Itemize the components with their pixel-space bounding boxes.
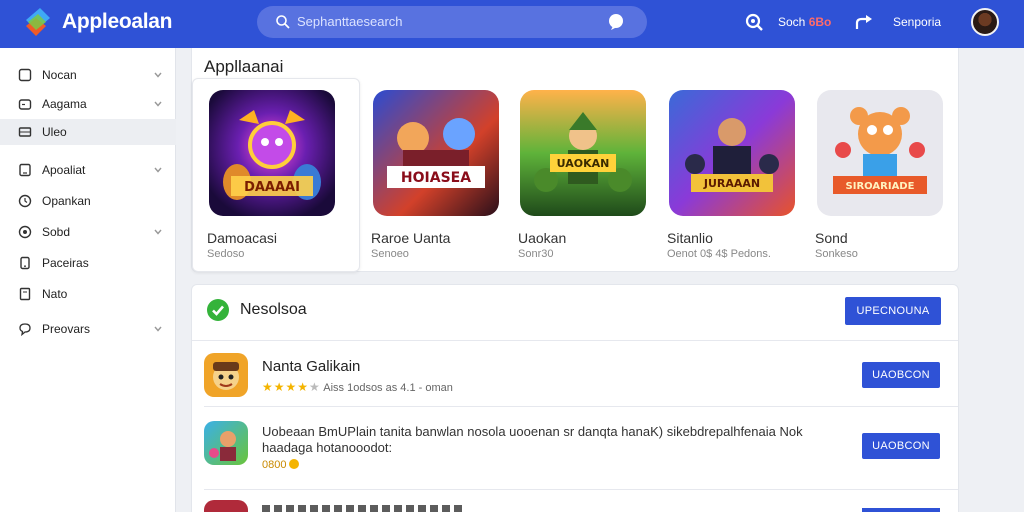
app-artwork: SIROARIADE xyxy=(817,90,943,216)
app-title-truncated xyxy=(262,505,462,512)
gamepad-icon xyxy=(18,99,32,110)
app-name: Sitanlio xyxy=(667,230,713,246)
svg-text:SIROARIADE: SIROARIADE xyxy=(846,181,915,192)
app-artwork: UAOKAN xyxy=(520,90,646,216)
app-name: Uaokan xyxy=(518,230,567,246)
sidebar-item-apoaliat[interactable]: Apoaliat xyxy=(0,157,176,183)
circle-icon xyxy=(18,225,32,239)
share-icon[interactable] xyxy=(854,12,874,32)
svg-text:DAAAAI: DAAAAI xyxy=(244,180,300,195)
app-rating: ★★★★★ Aiss 1odsos as 4.1 - oman xyxy=(262,380,453,394)
upgrade-button[interactable]: UPECNOUNA xyxy=(845,297,941,325)
app-title[interactable]: Nanta Galikain xyxy=(262,358,360,375)
search-input[interactable]: Sephanttaesearch xyxy=(297,14,403,29)
app-name: Raroe Uanta xyxy=(371,230,451,246)
header-item-two[interactable]: Senporia xyxy=(893,15,941,29)
header-item-one[interactable]: Soch 6Bo xyxy=(778,15,831,29)
sidebar-item-nato[interactable]: Nato xyxy=(0,281,176,307)
sidebar: Nocan Aagama Uleo Apoaliat Opankan Sobd … xyxy=(0,48,176,512)
app-price: 0800 xyxy=(262,459,300,471)
app-icon[interactable] xyxy=(204,353,248,397)
install-button[interactable]: UAOBCON xyxy=(862,433,940,459)
install-button[interactable]: UAOBCON xyxy=(862,362,940,388)
app-category: Sedoso xyxy=(207,248,245,260)
featured-app-tile[interactable]: JURAAAN Sitanlio Oenot 0$ 4$ Pedons. xyxy=(667,90,805,260)
sidebar-item-sobd[interactable]: Sobd xyxy=(0,219,176,245)
chevron-down-icon xyxy=(154,72,162,78)
app-artwork: HOIASEA xyxy=(373,90,499,216)
voice-icon[interactable] xyxy=(607,13,625,31)
notification-search-icon[interactable] xyxy=(744,12,764,32)
brand-name[interactable]: Appleoalan xyxy=(62,10,172,34)
install-button[interactable] xyxy=(862,508,940,512)
chevron-down-icon xyxy=(154,229,162,235)
book-icon xyxy=(19,287,31,301)
svg-text:JURAAAN: JURAAAN xyxy=(703,177,760,190)
sidebar-item-opankan[interactable]: Opankan xyxy=(0,188,176,214)
sidebar-item-preovars[interactable]: Preovars xyxy=(0,316,176,342)
bubble-icon xyxy=(19,323,31,336)
search-bar[interactable]: Sephanttaesearch xyxy=(257,6,647,38)
app-description: Uobeaan BmUPlain tanita banwlan nosola u… xyxy=(262,424,803,455)
featured-app-tile[interactable]: UAOKAN Uaokan Sonr30 xyxy=(518,90,656,260)
app-artwork: DAAAAI xyxy=(209,90,335,216)
section-title: Appllaanai xyxy=(204,57,284,76)
app-category: Senoeo xyxy=(371,248,409,260)
star-rating-icon: ★★★★★ xyxy=(262,380,321,394)
svg-text:UAOKAN: UAOKAN xyxy=(557,157,610,170)
divider xyxy=(204,489,958,490)
square-icon xyxy=(18,68,32,82)
divider xyxy=(192,340,958,341)
chevron-down-icon xyxy=(154,101,162,107)
list-icon xyxy=(18,127,32,137)
app-name: Damoacasi xyxy=(207,230,278,246)
header-badge: 6Bo xyxy=(808,15,832,29)
sidebar-item-nocan[interactable]: Nocan xyxy=(0,62,176,88)
app-icon[interactable] xyxy=(204,421,248,465)
app-category: Oenot 0$ 4$ Pedons. xyxy=(667,248,771,260)
featured-app-tile[interactable]: DAAAAI Damoacasi Sedoso xyxy=(207,90,345,260)
list-title: Nesolsoa xyxy=(240,301,307,318)
clock-icon xyxy=(18,194,32,208)
chevron-down-icon xyxy=(154,326,162,332)
featured-app-tile[interactable]: SIROARIADE Sond Sonkeso xyxy=(815,90,953,260)
avatar[interactable] xyxy=(971,8,999,36)
chevron-down-icon xyxy=(154,167,162,173)
check-icon xyxy=(207,299,229,321)
top-bar: Appleoalan Sephanttaesearch Soch 6Bo Sen… xyxy=(0,0,1024,48)
coin-icon xyxy=(289,459,300,469)
sidebar-item-paceiras[interactable]: Paceiras xyxy=(0,250,176,276)
phone-icon xyxy=(20,256,30,270)
featured-app-tile[interactable]: HOIASEA Raroe Uanta Senoeo xyxy=(371,90,509,260)
sidebar-item-aagama[interactable]: Aagama xyxy=(0,91,176,117)
app-category: Sonr30 xyxy=(518,248,554,260)
svg-text:HOIASEA: HOIASEA xyxy=(401,170,471,186)
sidebar-item-uleo[interactable]: Uleo xyxy=(0,119,176,145)
tablet-icon xyxy=(19,163,31,177)
app-logo-icon[interactable] xyxy=(22,6,54,38)
app-category: Sonkeso xyxy=(815,248,858,260)
app-icon[interactable] xyxy=(204,500,248,512)
divider xyxy=(204,406,958,407)
app-name: Sond xyxy=(815,230,848,246)
search-icon xyxy=(276,15,290,29)
app-artwork: JURAAAN xyxy=(669,90,795,216)
